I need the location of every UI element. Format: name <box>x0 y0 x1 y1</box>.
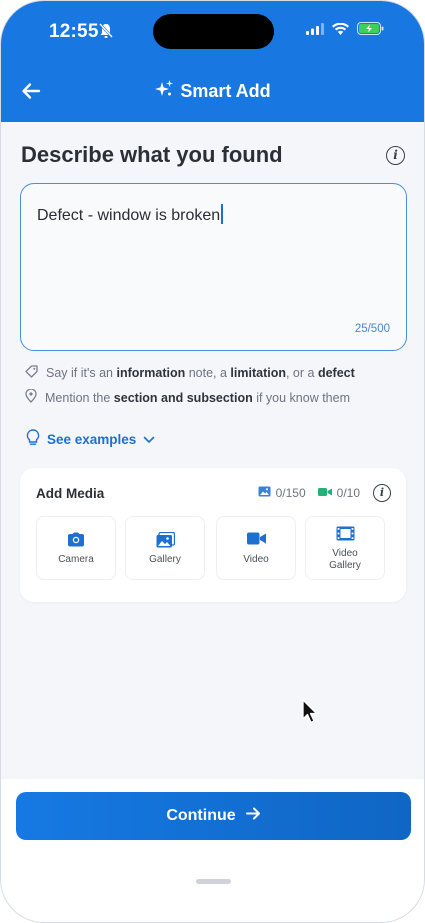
arrow-right-icon <box>245 807 261 825</box>
add-media-title: Add Media <box>36 486 105 501</box>
media-info-icon[interactable]: i <box>373 484 391 502</box>
add-media-card: Add Media 0/150 0/10 i Camera Gallery Vi… <box>20 468 406 602</box>
media-counts: 0/150 0/10 <box>258 486 360 500</box>
hint-note-type-text: Say if it's an information note, a limit… <box>46 366 355 380</box>
gallery-icon <box>126 532 204 548</box>
gallery-button[interactable]: Gallery <box>125 516 205 580</box>
bell-muted-icon <box>99 23 113 44</box>
photo-count: 0/150 <box>258 486 306 500</box>
camera-label: Camera <box>58 554 94 565</box>
tag-icon <box>25 365 38 381</box>
video-label: Video <box>243 554 269 565</box>
info-icon[interactable]: i <box>386 146 405 165</box>
continue-label: Continue <box>166 807 236 824</box>
hint-location: Mention the section and subsection if yo… <box>25 388 350 406</box>
image-icon <box>258 486 271 500</box>
location-pin-icon <box>25 388 37 406</box>
wifi-icon <box>332 22 349 40</box>
see-examples-label: See examples <box>47 431 137 447</box>
page-heading: Describe what you found <box>21 142 283 167</box>
status-time: 12:55 <box>49 21 99 42</box>
video-button[interactable]: Video <box>216 516 296 580</box>
video-count: 0/10 <box>317 486 360 500</box>
camera-button[interactable]: Camera <box>36 516 116 580</box>
dynamic-island <box>153 14 274 49</box>
hint-note-type: Say if it's an information note, a limit… <box>25 365 355 381</box>
text-caret <box>221 204 223 224</box>
video-gallery-label: Video Gallery <box>329 548 361 571</box>
app-bar: Smart Add <box>1 61 424 122</box>
gallery-label: Gallery <box>149 554 181 565</box>
video-camera-icon <box>317 486 332 500</box>
chevron-down-icon <box>143 432 155 447</box>
video-gallery-button[interactable]: Video Gallery <box>305 516 385 580</box>
phone-screen: 12:55 Smart Add Describe what you found … <box>0 0 425 923</box>
description-textarea[interactable]: Defect - window is broken 25/500 <box>20 183 407 351</box>
continue-button[interactable]: Continue <box>16 792 411 840</box>
lightbulb-icon <box>26 429 40 449</box>
status-indicators <box>306 22 384 40</box>
signal-icon <box>306 22 324 40</box>
app-bar-title-text: Smart Add <box>180 81 271 101</box>
character-counter: 25/500 <box>354 323 390 335</box>
app-bar-title: Smart Add <box>1 79 424 104</box>
battery-icon <box>357 22 384 40</box>
see-examples-toggle[interactable]: See examples <box>26 429 155 449</box>
description-value[interactable]: Defect - window is broken <box>37 204 223 225</box>
hint-location-text: Mention the section and subsection if yo… <box>45 390 350 405</box>
status-bar: 12:55 <box>1 1 424 61</box>
camera-icon <box>37 532 115 547</box>
video-icon <box>217 532 295 545</box>
film-strip-icon <box>306 526 384 541</box>
sparkles-icon <box>154 79 174 104</box>
home-indicator[interactable] <box>196 879 231 884</box>
mouse-pointer-icon <box>301 699 319 730</box>
